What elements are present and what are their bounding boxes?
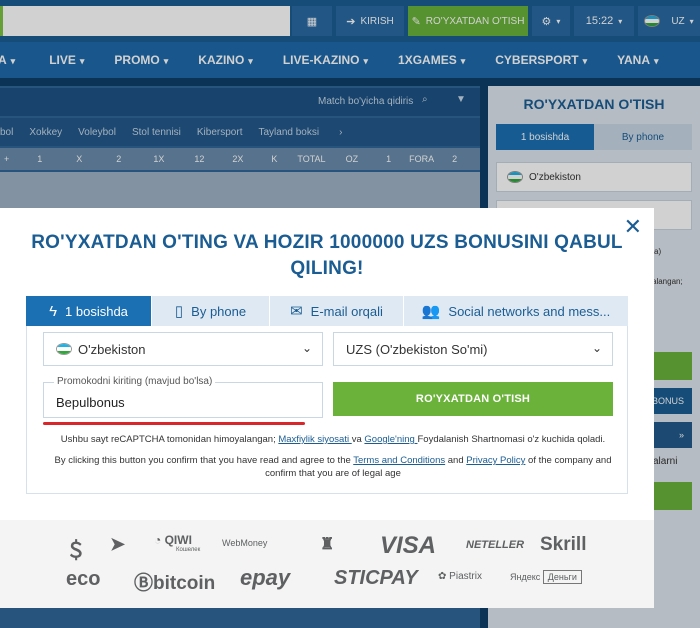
epay-logo: epay: [240, 565, 291, 590]
envelope-icon: ✉: [290, 303, 303, 320]
privacy-policy-link[interactable]: Maxfiylik siyosati: [278, 434, 351, 445]
qiwi-text: QIWI: [164, 533, 192, 547]
tab-email[interactable]: ✉ E-mail orqali: [270, 296, 404, 326]
bitcoin-text: bitcoin: [153, 573, 216, 594]
currency-select[interactable]: UZS (O'zbekiston So'mi) ⌄: [333, 332, 613, 366]
visa-logo: VISA: [380, 532, 437, 559]
skrill-logo: Skrill: [540, 534, 587, 555]
users-icon: 👥: [421, 303, 441, 320]
modal-title: RO'YXATDAN O'TING VA HOZIR 1000000 UZS B…: [31, 232, 623, 279]
yandex-money-logo: Яндекс Деньги: [510, 570, 582, 584]
tab-label: 1 bosishda: [65, 303, 128, 319]
neteller-logo: NETELLER: [466, 539, 525, 551]
dollar-card-icon: ＄: [66, 540, 86, 562]
privacy-policy-link[interactable]: Privacy Policy: [466, 455, 525, 466]
recaptcha-text: Foydalanish Shartnomasi o'z kuchida qola…: [417, 434, 606, 445]
piastrix-text: Piastrix: [449, 571, 482, 582]
terms-and-conditions-link[interactable]: Terms and Conditions: [353, 455, 445, 466]
country-select[interactable]: O'zbekiston ⌄: [43, 332, 323, 366]
bitcoin-logo: Ⓑbitcoin: [134, 573, 216, 594]
recaptcha-notice: Ushbu sayt reCAPTCHA tomonidan himoyalan…: [43, 434, 623, 445]
promo-code-label: Promokodni kiriting (mavjud bo'lsa): [54, 376, 216, 387]
qiwi-logo: ◔ QIWI: [154, 533, 192, 547]
terms-text: and: [445, 455, 467, 466]
registration-tabs: ϟ 1 bosishda ▯ By phone ✉ E-mail orqali …: [26, 296, 628, 326]
sticpay-logo: STICPAY: [334, 567, 418, 589]
red-underline-annotation: [43, 422, 305, 425]
promo-code-value[interactable]: Bepulbonus: [56, 395, 125, 410]
payment-methods-strip: ＄ ➤ ◔ QIWI Кошелек WebMoney ♜ VISA NETEL…: [0, 520, 654, 608]
recaptcha-text: Ushbu sayt reCAPTCHA tomonidan himoyalan…: [60, 434, 279, 445]
tab-label: E-mail orqali: [310, 303, 383, 319]
bell-icon: ♜: [320, 536, 335, 553]
registration-form: O'zbekiston ⌄ UZS (O'zbekiston So'mi) ⌄ …: [26, 326, 628, 494]
tab-by-phone[interactable]: ▯ By phone: [152, 296, 270, 326]
google-terms-link[interactable]: Google'ning: [364, 434, 417, 445]
currency-value: UZS (O'zbekiston So'mi): [346, 341, 488, 357]
tab-social-networks[interactable]: 👥 Social networks and mess...: [404, 296, 628, 326]
country-value: O'zbekiston: [78, 341, 146, 357]
register-button[interactable]: RO'YXATDAN O'TISH: [333, 382, 613, 416]
terms-notice: By clicking this button you confirm that…: [43, 454, 623, 480]
piastrix-logo: ✿ Piastrix: [438, 571, 482, 582]
phone-icon: ▯: [174, 303, 184, 320]
telegram-icon: ➤: [110, 534, 126, 554]
terms-text: By clicking this button you confirm that…: [54, 455, 354, 466]
tab-label: Social networks and mess...: [448, 303, 611, 319]
chevron-down-icon: ⌄: [591, 341, 602, 355]
yandex-text: Яндекс: [510, 572, 541, 582]
tab-one-click[interactable]: ϟ 1 bosishda: [26, 296, 152, 326]
recaptcha-text: va: [351, 434, 365, 445]
promo-code-field[interactable]: Promokodni kiriting (mavjud bo'lsa) Bepu…: [43, 376, 323, 418]
webmoney-logo: WebMoney: [222, 538, 268, 548]
registration-modal: ✕ RO'YXATDAN O'TING VA HOZIR 1000000 UZS…: [0, 208, 654, 520]
eco-logo: eco: [66, 568, 101, 590]
uzbekistan-flag-icon: [56, 343, 72, 355]
tab-label: By phone: [191, 303, 247, 319]
lightning-icon: ϟ: [49, 302, 58, 320]
yandex-money-text: Деньги: [542, 570, 582, 584]
qiwi-subtext: Кошелек: [176, 547, 201, 553]
chevron-down-icon: ⌄: [301, 341, 312, 355]
